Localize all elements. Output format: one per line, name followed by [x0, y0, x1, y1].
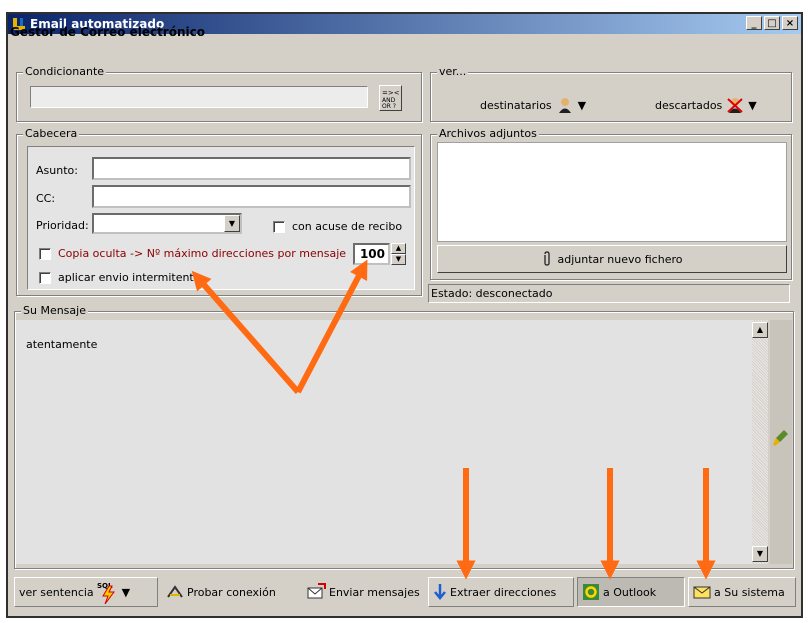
- a-su-sistema-button[interactable]: a Su sistema: [688, 577, 796, 607]
- chevron-down-icon: ▼: [748, 98, 757, 112]
- probar-label: Probar conexión: [187, 585, 276, 599]
- message-scrollbar[interactable]: ▲ ▼: [752, 320, 768, 564]
- paperclip-icon: [543, 251, 550, 266]
- ver-label: ver...: [437, 65, 469, 78]
- ver-sentencia-button[interactable]: ver sentencia SQL ▼: [14, 577, 158, 607]
- mensaje-label: Su Mensaje: [21, 304, 88, 317]
- status-bar: Estado: desconectado: [428, 284, 790, 303]
- person-discarded-icon: [727, 98, 743, 113]
- descartados-label: descartados: [655, 98, 723, 112]
- connection-icon: [167, 585, 183, 598]
- probar-conexion-button[interactable]: Probar conexión: [162, 577, 288, 607]
- spin-down-button[interactable]: ▼: [391, 254, 406, 265]
- spin-up-button[interactable]: ▲: [391, 243, 406, 254]
- and-or-icon: =>< AND OR ?: [382, 89, 400, 110]
- scroll-up-button[interactable]: ▲: [752, 322, 768, 338]
- condicionante-label: Condicionante: [23, 65, 107, 78]
- copia-oculta-checkbox[interactable]: [39, 248, 51, 260]
- envelope-icon: [693, 586, 711, 599]
- bottom-toolbar: ver sentencia SQL ▼ Probar conexión Envi…: [14, 577, 798, 607]
- chevron-down-icon[interactable]: ▼: [224, 215, 240, 232]
- descartados-button[interactable]: descartados ▼: [655, 97, 757, 113]
- chevron-down-icon: ▼: [577, 98, 587, 112]
- prioridad-label: Prioridad:: [36, 219, 89, 232]
- chevron-down-icon: ▼: [121, 585, 131, 599]
- and-or-button[interactable]: =>< AND OR ?: [379, 85, 402, 111]
- a-outlook-button[interactable]: a Outlook: [577, 577, 685, 607]
- outlook-icon: [583, 584, 599, 600]
- svg-text:OR ?: OR ?: [382, 103, 396, 110]
- message-textarea[interactable]: atentamente: [16, 320, 752, 564]
- page-title: Gestor de Correo electrónico: [10, 25, 205, 39]
- extraer-label: Extraer direcciones: [450, 585, 557, 599]
- maximize-button[interactable]: □: [764, 16, 780, 30]
- asunto-field[interactable]: [92, 157, 411, 180]
- max-direcciones-field[interactable]: 100: [353, 243, 390, 265]
- prioridad-select[interactable]: ▼: [92, 213, 242, 234]
- arrow-down-icon: [434, 584, 446, 600]
- scroll-down-button[interactable]: ▼: [752, 546, 768, 562]
- extraer-direcciones-button[interactable]: Extraer direcciones: [428, 577, 574, 607]
- enviar-label: Enviar mensajes: [329, 585, 420, 599]
- destinatarios-label: destinatarios: [480, 98, 552, 112]
- sistema-label: a Su sistema: [714, 585, 785, 599]
- copia-oculta-label: Copia oculta -> Nº máximo direcciones po…: [58, 247, 347, 260]
- person-icon: [558, 98, 571, 113]
- cabecera-label: Cabecera: [23, 127, 80, 140]
- sql-lightning-icon: SQL: [97, 582, 115, 604]
- message-text: atentamente: [26, 338, 98, 351]
- ver-sentencia-label: ver sentencia: [19, 585, 94, 599]
- enviar-mensajes-button[interactable]: Enviar mensajes: [302, 577, 426, 607]
- outlook-label: a Outlook: [603, 585, 657, 599]
- cc-field[interactable]: [92, 185, 411, 208]
- intermitente-checkbox[interactable]: [39, 272, 51, 284]
- send-mail-icon: [307, 583, 326, 599]
- minimize-button[interactable]: _: [746, 16, 762, 30]
- condicionante-field[interactable]: [30, 86, 368, 108]
- side-panel: [770, 320, 792, 564]
- intermitente-label: aplicar envio intermitente: [58, 271, 201, 284]
- acuse-checkbox[interactable]: [273, 221, 285, 233]
- asunto-label: Asunto:: [36, 164, 78, 177]
- destinatarios-button[interactable]: destinatarios ▼: [480, 97, 586, 113]
- acuse-label: con acuse de recibo: [292, 220, 403, 233]
- adjuntos-label: Archivos adjuntos: [437, 127, 539, 140]
- cc-label: CC:: [36, 192, 56, 205]
- svg-text:=><: =><: [382, 89, 400, 97]
- adjuntar-button[interactable]: adjuntar nuevo fichero: [437, 245, 787, 273]
- adjuntar-label: adjuntar nuevo fichero: [557, 252, 683, 266]
- brush-icon[interactable]: [772, 428, 790, 448]
- close-button[interactable]: ×: [782, 16, 798, 30]
- adjuntos-list[interactable]: [437, 142, 787, 242]
